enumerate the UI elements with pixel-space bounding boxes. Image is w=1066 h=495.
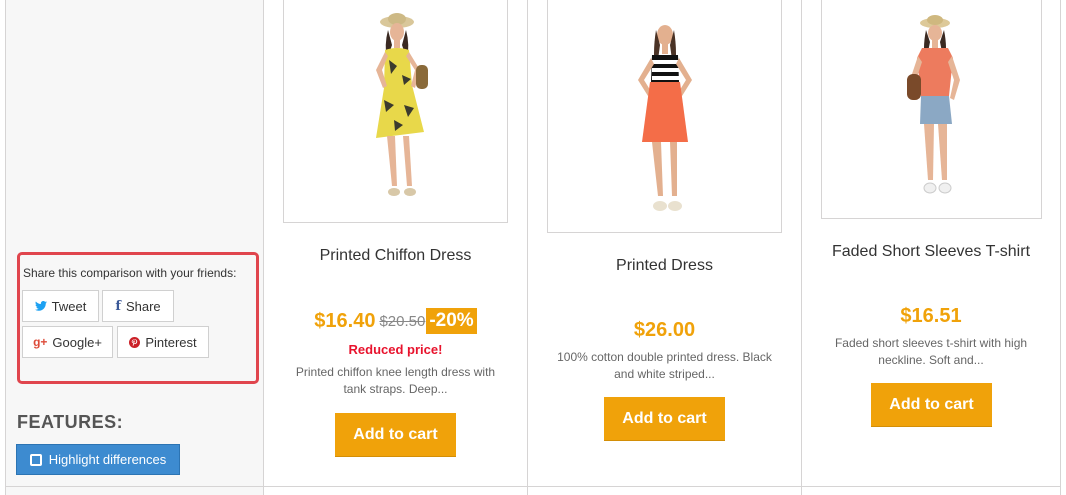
google-label: Google+: [52, 334, 102, 350]
price-row-1: $16.40 $20.50 -20%: [264, 308, 527, 334]
tweet-button[interactable]: Tweet: [22, 290, 99, 322]
pinterest-label: Pinterest: [145, 334, 197, 350]
price-row-3: $16.51: [802, 305, 1060, 328]
pinterest-button[interactable]: Pinterest: [117, 326, 209, 358]
reduced-price-label: Reduced price!: [348, 342, 443, 357]
product-name-1[interactable]: Printed Chiffon Dress: [264, 247, 527, 265]
model-printed-dress-image: [638, 25, 692, 211]
product-desc-2-line1: 100% cotton double printed dress. Black: [557, 350, 772, 364]
product-desc-3-line2: neckline. Soft and...: [878, 353, 984, 367]
google-plus-icon: g+: [33, 335, 48, 349]
product-desc-3-line1: Faded short sleeves t-shirt with high: [834, 336, 1028, 350]
add-to-cart-button-1[interactable]: Add to cart: [335, 413, 456, 457]
compare-sidebar: Share this comparison with your friends:…: [5, 0, 264, 495]
google-plus-button[interactable]: g+ Google+: [22, 326, 113, 358]
model-yellow-dress-image: [376, 13, 428, 196]
checkbox-icon: [29, 453, 42, 466]
product-price-3: $16.51: [900, 305, 962, 327]
share-box: Share this comparison with your friends:…: [17, 252, 259, 384]
product-price-1: $16.40: [314, 309, 376, 332]
highlight-label: Highlight differences: [48, 452, 167, 467]
twitter-icon: [34, 301, 47, 311]
tweet-label: Tweet: [51, 298, 87, 314]
product-desc-2: 100% cotton double printed dress. Black …: [538, 349, 791, 383]
facebook-icon: f: [115, 298, 121, 314]
share-title: Share this comparison with your friends:: [23, 266, 237, 280]
add-to-cart-button-3[interactable]: Add to cart: [871, 383, 992, 427]
product-column-3: Faded Short Sleeves T-shirt $16.51 Faded…: [802, 0, 1061, 495]
product-column-1: Printed Chiffon Dress $16.40 $20.50 -20%…: [264, 0, 528, 495]
product-column-2: Printed Dress $26.00 100% cotton double …: [528, 0, 802, 495]
table-bottom-divider: [5, 486, 1061, 487]
add-to-cart-button-2[interactable]: Add to cart: [604, 397, 725, 441]
facebook-share-button[interactable]: f Share: [102, 290, 174, 322]
model-tshirt-image: [907, 15, 960, 194]
product-price-2: $26.00: [633, 319, 696, 341]
product-desc-2-line2: and white striped...: [614, 367, 715, 381]
discount-badge-1: -20%: [426, 308, 477, 334]
old-price-1: $20.50: [379, 312, 426, 330]
product-image-1[interactable]: [283, 0, 508, 223]
price-row-2: $26.00: [528, 319, 801, 342]
share-label: Share: [125, 298, 161, 314]
pinterest-icon: [129, 336, 141, 348]
product-image-3[interactable]: [821, 0, 1042, 219]
product-desc-1: Printed chiffon knee length dress with t…: [274, 364, 517, 398]
features-title: FEATURES:: [17, 412, 124, 432]
product-desc-1-line1: Printed chiffon knee length dress with: [295, 365, 496, 379]
product-name-2[interactable]: Printed Dress: [528, 257, 801, 275]
product-name-3[interactable]: Faded Short Sleeves T-shirt: [802, 243, 1060, 261]
highlight-differences-button[interactable]: Highlight differences: [16, 444, 180, 475]
product-desc-3: Faded short sleeves t-shirt with high ne…: [812, 335, 1050, 369]
product-image-2[interactable]: [547, 0, 782, 233]
product-desc-1-line2: tank straps. Deep...: [343, 382, 448, 396]
